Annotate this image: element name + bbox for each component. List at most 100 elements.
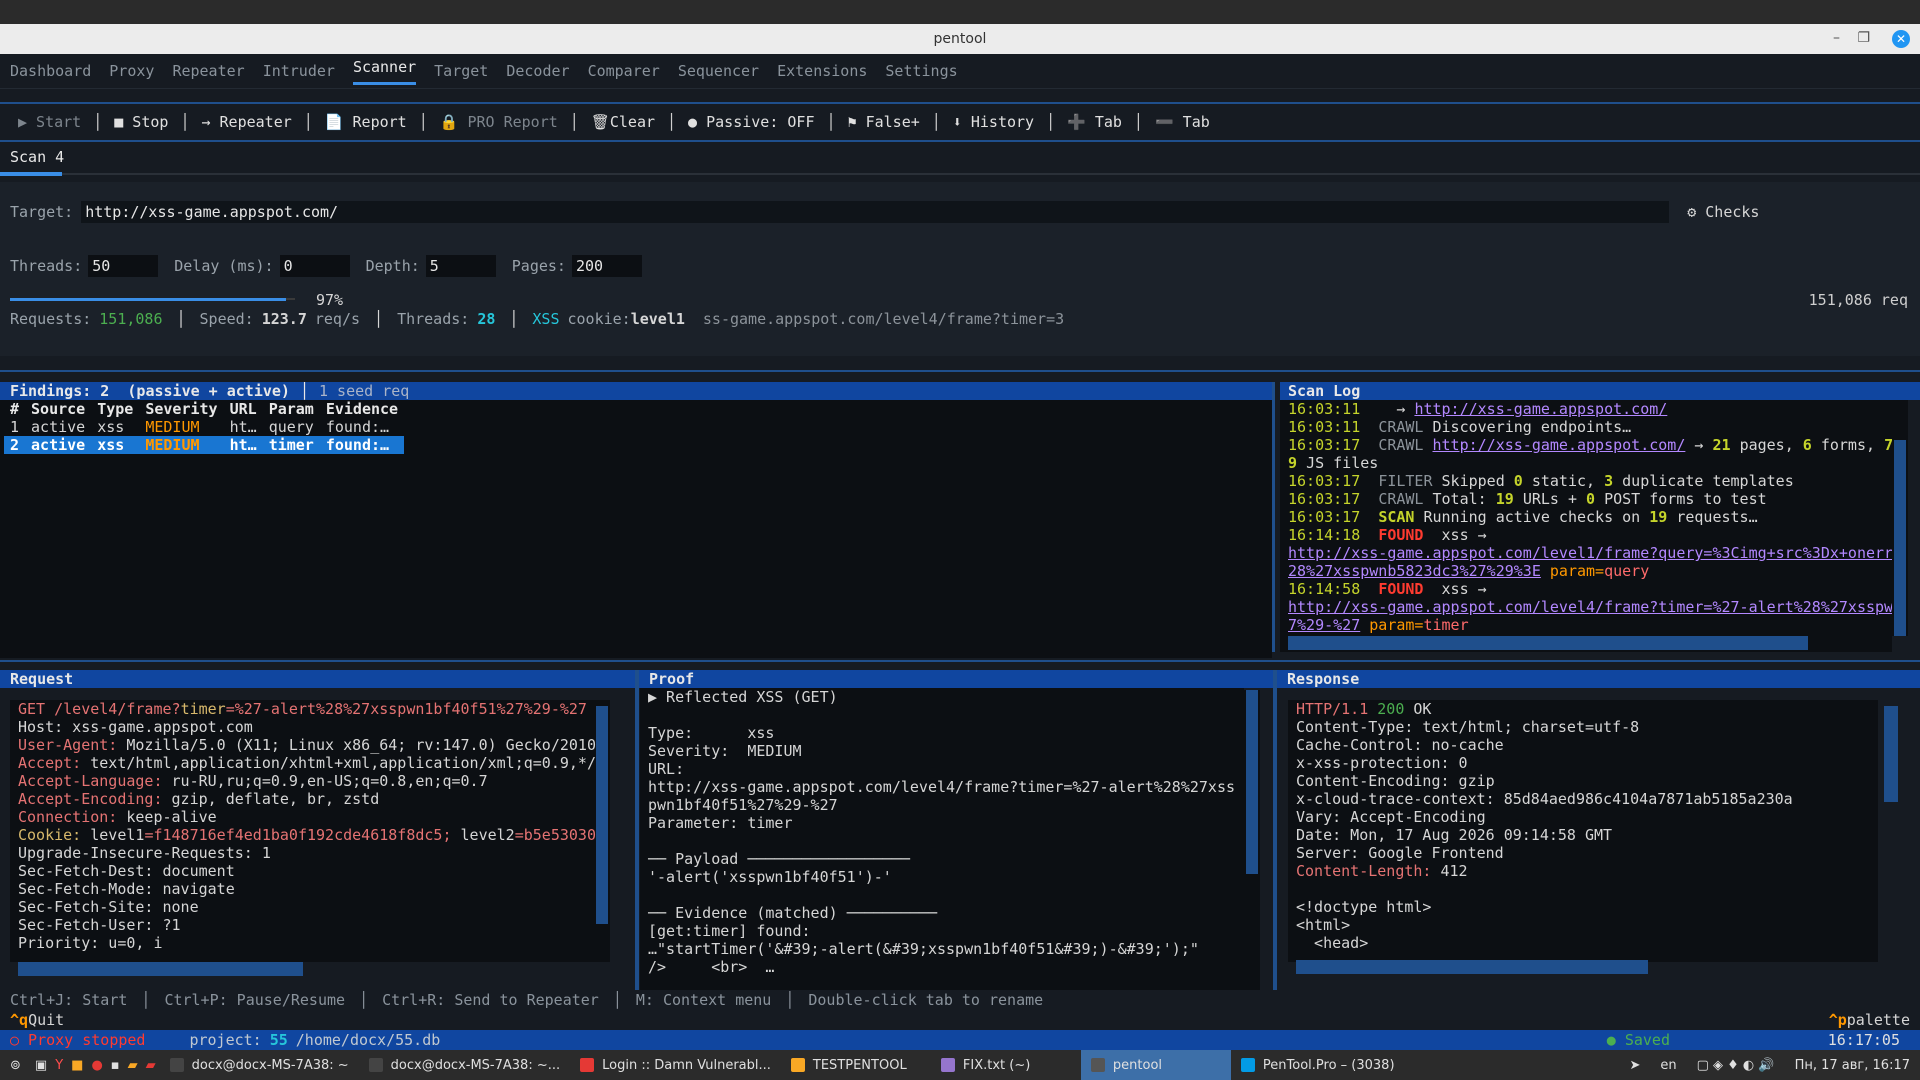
pages-input[interactable]: 200 — [571, 255, 642, 277]
close-icon[interactable]: ✕ — [1892, 30, 1910, 48]
remove-tab-button[interactable]: ➖ Tab — [1143, 113, 1222, 131]
header-line: Upgrade-Insecure-Requests: 1 — [18, 844, 271, 862]
scan-tab[interactable]: Scan 4 — [10, 148, 64, 166]
taskbar-window[interactable]: TESTPENTOOL — [781, 1050, 931, 1080]
keyboard-layout[interactable]: en — [1650, 1050, 1686, 1080]
telegram-icon[interactable]: ➤ — [1619, 1050, 1650, 1080]
tab-dashboard[interactable]: Dashboard — [10, 62, 91, 80]
log-line: http://xss-game.appspot.com/level1/frame… — [1288, 544, 1892, 562]
tab-settings[interactable]: Settings — [885, 62, 957, 80]
history-button[interactable]: ⬇ History — [941, 113, 1046, 131]
tab-scanner[interactable]: Scanner — [352, 58, 417, 85]
column-header[interactable]: URL — [224, 400, 263, 418]
files-icon[interactable]: ■ — [67, 1050, 87, 1080]
findings-panel: # Source Type Severity URL Param Evidence 1 act… — [0, 400, 1272, 658]
response-headers: Content-Type: text/html; charset=utf-8 Ca… — [1296, 718, 1878, 862]
app-icon — [368, 1058, 383, 1072]
depth-input[interactable]: 5 — [425, 255, 496, 277]
tab-repeater[interactable]: Repeater — [172, 62, 244, 80]
proxy-status[interactable]: ○ Proxy stopped — [10, 1031, 145, 1049]
tab-proxy[interactable]: Proxy — [109, 62, 154, 80]
taskbar-window[interactable]: PenTool.Pro – (3038) — [1231, 1050, 1405, 1080]
request-headers: Host: xss-game.appspot.com User-Agent: Mo… — [18, 718, 610, 826]
table-cell: 1 — [10, 418, 20, 436]
table-row[interactable]: 2 active xss MEDIUM ht… timer found:… — [4, 436, 405, 454]
threads-input[interactable]: 50 — [88, 255, 159, 277]
taskbar-window[interactable]: docx@docx-MS-7A38: ~... — [359, 1050, 570, 1080]
delay-input[interactable]: 0 — [279, 255, 350, 277]
log-link[interactable]: http://xss-game.appspot.com/ — [1414, 400, 1667, 418]
tab-target[interactable]: Target — [434, 62, 488, 80]
findings-table-header: # Source Type Severity URL Param Evidence — [4, 400, 404, 418]
start-menu-icon[interactable]: ⊚ — [0, 1050, 31, 1080]
pro-report-button[interactable]: 🔒 PRO Report — [428, 113, 570, 131]
palette-shortcut[interactable]: ^p palette — [1829, 1011, 1910, 1029]
header-line: Accept-Encoding: gzip, deflate, br, zstd — [18, 790, 380, 808]
log-link[interactable]: http://xss-game.appspot.com/ — [1433, 436, 1686, 454]
table-cell: MEDIUM — [145, 436, 200, 454]
log-link[interactable]: http://xss-game.appspot.com/level4/frame… — [1288, 598, 1892, 616]
start-button[interactable]: ▶ Start — [6, 113, 93, 131]
add-tab-button[interactable]: ➕ Tab — [1055, 113, 1134, 131]
minimize-icon[interactable]: – — [1833, 30, 1840, 46]
terminal-launcher-icon[interactable]: ▣ — [31, 1050, 51, 1080]
table-row[interactable]: 1 active xss MEDIUM ht… query found:… — [4, 418, 404, 436]
quit-shortcut[interactable]: ^q Quit — [10, 1011, 64, 1029]
tab-comparer[interactable]: Comparer — [588, 62, 660, 80]
column-header[interactable]: Severity — [139, 400, 223, 418]
table-cell: timer — [268, 436, 314, 454]
tab-decoder[interactable]: Decoder — [506, 62, 569, 80]
column-header[interactable]: Source — [25, 400, 91, 418]
target-input[interactable]: http://xss-game.appspot.com/ — [81, 201, 1670, 223]
log-link[interactable]: http://xss-game.appspot.com/level1/frame… — [1288, 544, 1892, 562]
taskbar-clock[interactable]: Пн, 17 авг, 16:17 — [1785, 1050, 1920, 1080]
app-launcher-icon[interactable]: ● — [87, 1050, 106, 1080]
scan-log-scrollbar[interactable] — [1892, 400, 1908, 636]
report-button[interactable]: 📄 Report — [313, 113, 419, 131]
log-link[interactable]: 28%27xsspwnb5823dc3%27%29%3E — [1288, 562, 1541, 580]
response-view[interactable]: HTTP/1.1 200 OK Content-Type: text/html;… — [1288, 700, 1878, 962]
folder-icon[interactable]: ▰ — [124, 1050, 142, 1080]
response-scrollbar[interactable] — [1884, 706, 1898, 802]
scan-log[interactable]: 16:03:11 → http://xss-game.appspot.com/ … — [1280, 400, 1892, 652]
scrollbar-thumb[interactable] — [1894, 440, 1906, 636]
request-hscroll[interactable] — [18, 962, 303, 976]
tab-intruder[interactable]: Intruder — [263, 62, 335, 80]
response-hscroll[interactable] — [1296, 960, 1648, 974]
request-scrollbar[interactable] — [596, 706, 608, 924]
tab-sequencer[interactable]: Sequencer — [678, 62, 759, 80]
taskbar-window[interactable]: FIX.txt (~) — [931, 1050, 1081, 1080]
tab-extensions[interactable]: Extensions — [777, 62, 867, 80]
proof-scrollbar[interactable] — [1244, 690, 1260, 994]
taskbar-window[interactable]: Login :: Damn Vulnerabl... — [570, 1050, 781, 1080]
send-to-repeater-button[interactable]: → Repeater — [189, 113, 303, 131]
column-header[interactable]: # — [4, 400, 25, 418]
app-red-icon[interactable]: ▰ — [142, 1050, 160, 1080]
stop-button[interactable]: ■ Stop — [102, 113, 180, 131]
header-line: Accept-Language: ru-RU,ru;q=0.9,en-US;q=… — [18, 772, 488, 790]
scan-log-hscroll[interactable] — [1288, 636, 1808, 650]
passive-toggle[interactable]: ● Passive: OFF — [676, 113, 826, 131]
column-header[interactable]: Type — [91, 400, 139, 418]
request-view[interactable]: GET /level4/frame?timer=%27-alert%28%27x… — [10, 700, 610, 962]
findings-table: # Source Type Severity URL Param Evidence 1 act… — [4, 400, 405, 454]
column-header[interactable]: Evidence — [320, 400, 404, 418]
yandex-browser-icon[interactable]: Y — [51, 1050, 67, 1080]
current-url: ss-game.appspot.com/level4/frame?timer=3 — [702, 310, 1065, 328]
false-positive-button[interactable]: ⚑ False+ — [836, 113, 932, 131]
restore-icon[interactable]: ❐ — [1857, 30, 1870, 46]
taskbar-window[interactable]: docx@docx-MS-7A38: ~ — [160, 1050, 359, 1080]
log-link[interactable]: 7%29-%27 — [1288, 616, 1360, 634]
tray-icons[interactable]: ▢ ◈ ♦ ◐ 🔊 — [1687, 1050, 1785, 1080]
seed-count: 1 seed req — [319, 382, 410, 400]
checks-button[interactable]: ⚙ Checks — [1687, 203, 1759, 221]
table-cell: xss — [97, 436, 125, 454]
taskbar-window[interactable]: pentool — [1080, 1050, 1231, 1080]
current-check: XSS — [532, 310, 560, 328]
clear-button[interactable]: 🗑Clear — [579, 113, 667, 131]
proof-view[interactable]: ▶ Reflected XSS (GET) Type: xss Severity… — [640, 688, 1244, 994]
scrollbar-thumb[interactable] — [1246, 690, 1258, 874]
terminal-icon[interactable]: ▪ — [107, 1050, 124, 1080]
header-line: Sec-Fetch-User: ?1 — [18, 916, 181, 934]
column-header[interactable]: Param — [263, 400, 320, 418]
